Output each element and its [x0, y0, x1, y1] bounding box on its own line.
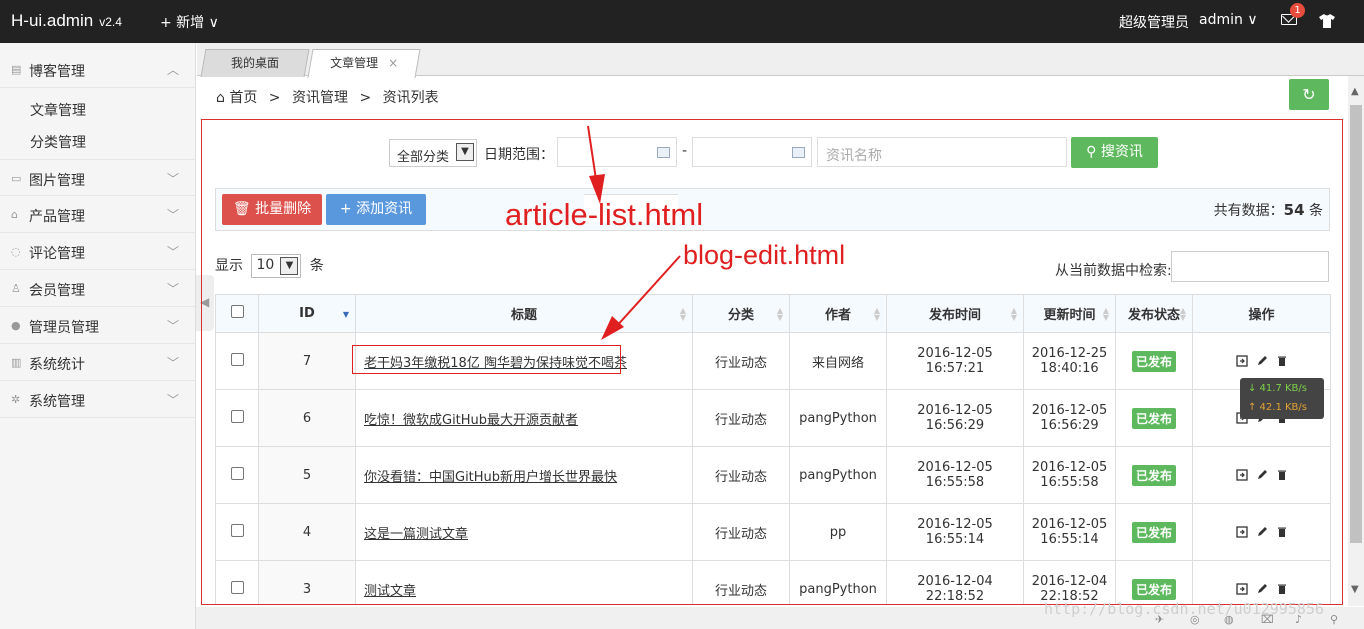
compass-icon[interactable]: ◍	[1224, 614, 1236, 626]
download-speed: ↓ 41.7 KB/s	[1248, 383, 1307, 394]
vertical-scrollbar[interactable]: ▲ ▼	[1348, 76, 1364, 606]
volume-icon[interactable]: ♪	[1295, 614, 1307, 626]
globe-icon[interactable]: ◎	[1190, 614, 1202, 626]
pin-icon[interactable]: ✈	[1155, 614, 1167, 626]
scroll-up-icon[interactable]: ▲	[1351, 86, 1359, 97]
zoom-icon[interactable]: ⚲	[1330, 614, 1342, 626]
upload-speed: ↑ 42.1 KB/s	[1248, 402, 1307, 413]
trash-tray-icon[interactable]: ⌧	[1261, 614, 1274, 626]
annotation-arrows	[587, 125, 681, 340]
scroll-down-icon[interactable]: ▼	[1351, 584, 1359, 595]
annotation-article-list: article-list.html	[505, 197, 704, 232]
network-speed-widget: ↓ 41.7 KB/s ↑ 42.1 KB/s	[1240, 378, 1324, 419]
annotation-blog-edit: blog-edit.html	[683, 240, 846, 270]
scroll-thumb[interactable]	[1350, 105, 1362, 543]
watermark: http://blog.csdn.net/u012995856	[1044, 600, 1324, 618]
